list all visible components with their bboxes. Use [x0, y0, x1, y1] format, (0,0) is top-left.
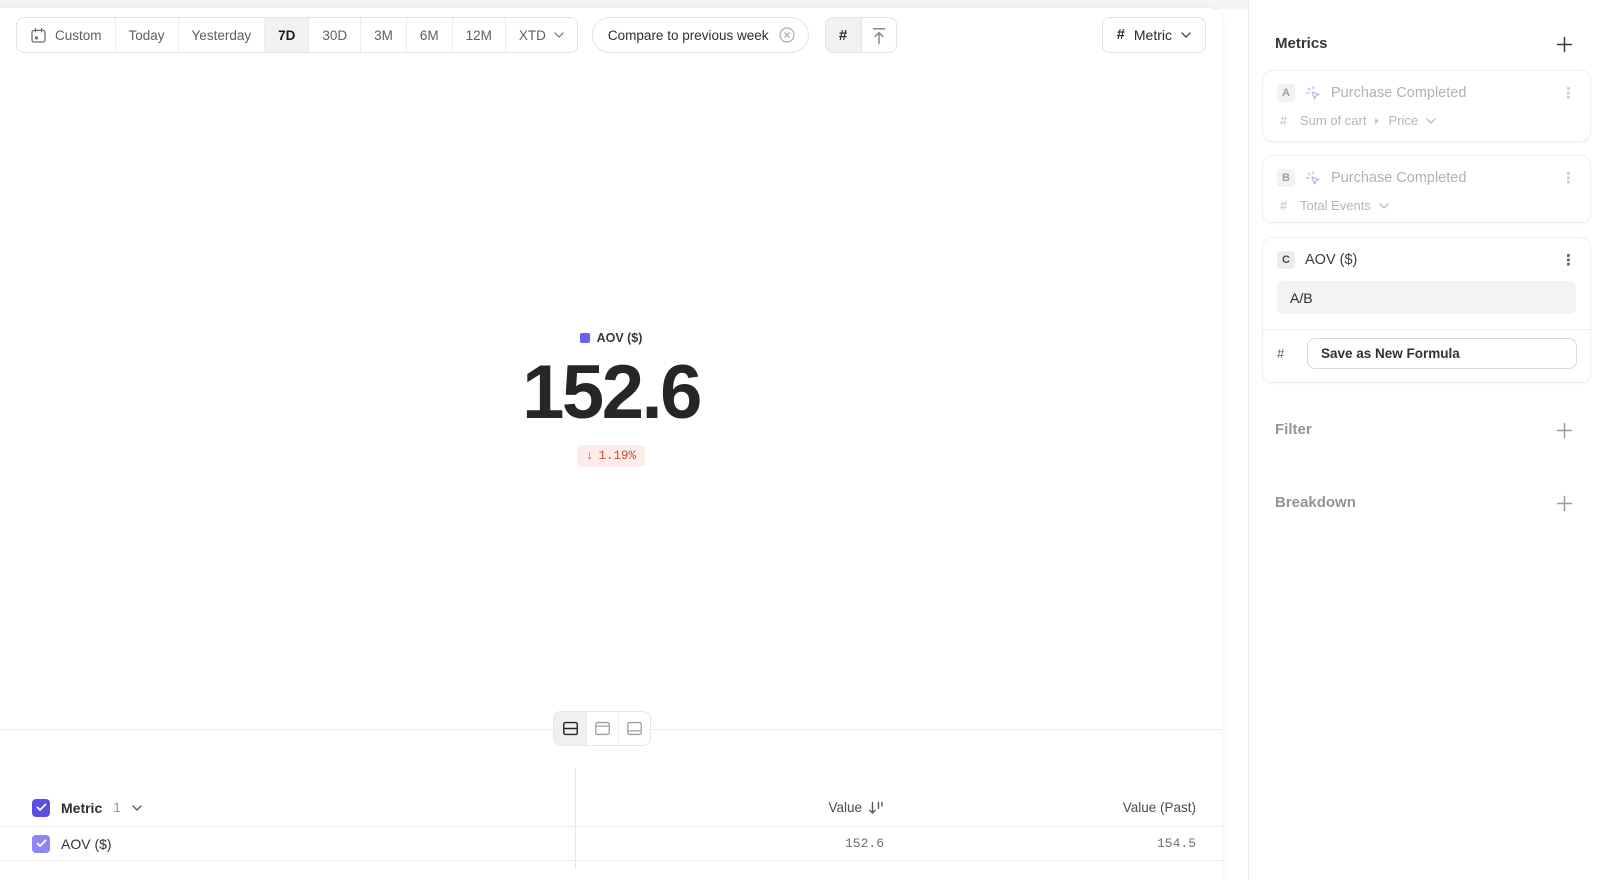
metric-letter-badge: B	[1277, 169, 1295, 187]
split-view-icon	[561, 719, 580, 738]
add-metric-button[interactable]	[1555, 35, 1573, 53]
bottom-panel-icon	[625, 719, 644, 738]
change-value: 1.19%	[599, 449, 637, 463]
change-badge: ↓ 1.19%	[577, 445, 645, 467]
value-past-column-header: Value (Past)	[1123, 789, 1196, 826]
metric-count: 1	[113, 800, 121, 815]
metric-card-b[interactable]: B Purchase Completed ⋮ # Total Events	[1262, 155, 1591, 223]
metric-options-menu[interactable]: ⋮	[1561, 171, 1576, 186]
breakdown-section-title: Breakdown	[1275, 494, 1356, 511]
absolute-number-toggle[interactable]: #	[826, 18, 861, 52]
date-range-3m[interactable]: 3M	[361, 18, 407, 52]
top-panel-icon	[593, 719, 612, 738]
metrics-section-title: Metrics	[1275, 35, 1328, 52]
arrow-down-icon: ↓	[586, 449, 594, 463]
aggregation-selector[interactable]: # Total Events	[1277, 198, 1576, 213]
report-canvas: Custom Today Yesterday 7D 30D 3M 6M 12M …	[0, 8, 1222, 880]
compare-chip[interactable]: Compare to previous week	[592, 17, 809, 53]
formula-metric-name: AOV ($)	[1305, 252, 1357, 268]
formula-input[interactable]: A/B	[1277, 281, 1576, 314]
hash-icon: #	[1117, 27, 1125, 43]
event-click-icon	[1305, 170, 1321, 186]
layout-table-only-button[interactable]	[618, 712, 650, 745]
remove-compare-icon[interactable]	[778, 26, 796, 44]
chevron-down-icon	[1181, 32, 1191, 38]
date-range-30d[interactable]: 30D	[309, 18, 361, 52]
metric-event-name: Purchase Completed	[1331, 85, 1466, 101]
aggregation-selector[interactable]: # Sum of cart Price	[1277, 113, 1576, 128]
query-builder-sidebar: Metrics A Purchase Completed ⋮ # Sum of …	[1248, 0, 1600, 880]
date-range-label: Custom	[55, 28, 102, 43]
save-as-new-formula-button[interactable]: Save as New Formula	[1307, 338, 1577, 369]
chevron-down-icon	[1379, 203, 1389, 209]
uplift-toggle[interactable]	[861, 18, 896, 52]
calendar-icon	[30, 27, 47, 44]
metric-column-header: Metric	[61, 800, 102, 816]
layout-split-view-button[interactable]	[554, 712, 586, 745]
metric-card-c[interactable]: C AOV ($) ⋮ A/B # Save as New Formula	[1262, 237, 1591, 383]
event-click-icon	[1305, 85, 1321, 101]
legend-label: AOV ($)	[597, 331, 643, 345]
chevron-down-icon	[554, 32, 564, 38]
metric-letter-badge: C	[1277, 251, 1295, 269]
row-checkbox[interactable]	[32, 835, 50, 853]
date-range-6m[interactable]: 6M	[407, 18, 453, 52]
arrow-right-separator-icon	[1374, 117, 1380, 125]
kpi-legend: AOV ($)	[580, 331, 643, 345]
metric-event-name: Purchase Completed	[1331, 170, 1466, 186]
hash-icon: #	[839, 27, 847, 44]
toolbar: Custom Today Yesterday 7D 30D 3M 6M 12M …	[16, 17, 1206, 53]
compare-chip-label: Compare to previous week	[608, 28, 769, 43]
metric-card-a[interactable]: A Purchase Completed ⋮ # Sum of cart Pri…	[1262, 70, 1591, 142]
layout-switcher	[553, 711, 651, 746]
select-all-checkbox[interactable]	[32, 799, 50, 817]
row-value: 152.6	[845, 827, 884, 860]
chevron-down-icon	[1426, 118, 1436, 124]
metric-letter-badge: A	[1277, 84, 1295, 102]
date-range-selector: Custom Today Yesterday 7D 30D 3M 6M 12M …	[16, 17, 578, 53]
kpi-value: 152.6	[0, 355, 1222, 431]
table-header-row: Metric 1 Value Value (Past)	[0, 789, 1222, 827]
hash-icon: #	[1280, 199, 1292, 213]
date-range-custom[interactable]: Custom	[17, 18, 116, 52]
filter-section-title: Filter	[1275, 421, 1312, 438]
metric-button-label: Metric	[1134, 27, 1172, 43]
date-range-12m[interactable]: 12M	[453, 18, 506, 52]
sort-descending-icon[interactable]	[868, 801, 884, 815]
metric-type-button[interactable]: # Metric	[1102, 17, 1206, 53]
add-filter-button[interactable]	[1555, 421, 1573, 439]
date-range-yesterday[interactable]: Yesterday	[179, 18, 266, 52]
date-range-xtd[interactable]: XTD	[506, 18, 577, 52]
row-value-past: 154.5	[1157, 827, 1196, 860]
legend-color-swatch	[580, 333, 590, 343]
uplift-arrow-icon	[869, 25, 889, 45]
value-display-toggle: #	[825, 17, 897, 53]
chevron-down-icon[interactable]	[132, 805, 142, 811]
card-divider	[1263, 329, 1590, 330]
hash-icon: #	[1277, 346, 1307, 361]
kpi-panel: AOV ($) 152.6 ↓ 1.19%	[0, 330, 1222, 467]
layout-chart-only-button[interactable]	[586, 712, 618, 745]
metric-options-menu[interactable]: ⋮	[1561, 86, 1576, 101]
metric-options-menu[interactable]: ⋮	[1561, 253, 1576, 268]
hash-icon: #	[1280, 114, 1292, 128]
value-column-header[interactable]: Value	[828, 789, 884, 826]
date-range-7d[interactable]: 7D	[265, 18, 309, 52]
row-metric-label: AOV ($)	[61, 836, 112, 852]
table-column-divider	[575, 768, 576, 869]
table-row[interactable]: AOV ($) 152.6 154.5	[0, 827, 1222, 861]
date-range-today[interactable]: Today	[116, 18, 179, 52]
add-breakdown-button[interactable]	[1555, 494, 1573, 512]
